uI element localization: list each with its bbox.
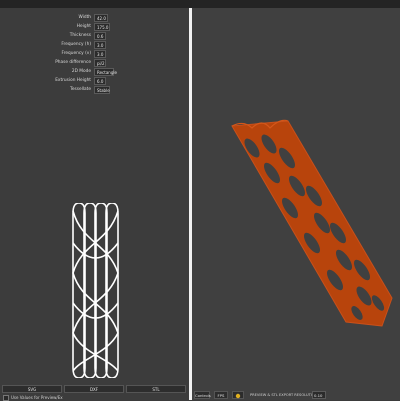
export-dxf-button[interactable]: DXF: [64, 385, 124, 393]
light-toggle-button[interactable]: [232, 391, 244, 399]
param-label-phase: Phase difference: [55, 60, 91, 65]
resolution-input[interactable]: 0.10: [312, 391, 326, 399]
param-input-frequency-v[interactable]: 3.0: [94, 50, 106, 58]
fps-button[interactable]: FPS: [214, 391, 228, 399]
param-input-extrusion[interactable]: 6.0: [94, 77, 106, 85]
param-row-height: Height 175.0: [0, 23, 189, 32]
param-select-2d-mode[interactable]: Rectangle: [94, 68, 117, 76]
param-input-frequency-h[interactable]: 3.0: [94, 41, 106, 49]
export-svg-button[interactable]: SVG: [2, 385, 62, 393]
use-values-checkbox[interactable]: [3, 395, 9, 401]
param-row-tessellate: Tessellate Stable: [0, 86, 189, 95]
param-input-height[interactable]: 175.0: [94, 23, 110, 31]
resolution-label: PREVIEW & STL EXPORT RESOLUTION: [250, 393, 318, 397]
param-input-width[interactable]: 42.0: [94, 14, 108, 22]
param-label-2d-mode: 2D Mode: [71, 69, 91, 74]
stent-3d-mesh: [231, 119, 393, 327]
export-stl-button[interactable]: STL: [126, 385, 186, 393]
param-row-thickness: Thickness 0.6: [0, 32, 189, 41]
param-row-extrusion: Extrusion Height 6.0: [0, 77, 189, 86]
3d-viewport[interactable]: Controls FPS PREVIEW & STL EXPORT RESOLU…: [192, 8, 400, 400]
param-label-tessellate: Tessellate: [69, 87, 91, 92]
left-panel: Width 42.0 Height 175.0 Thickness 0.6 Fr…: [0, 8, 189, 401]
title-bar: [0, 0, 400, 8]
sun-icon: [235, 393, 241, 399]
param-label-frequency-v: Frequency (v): [61, 51, 91, 56]
param-label-height: Height: [76, 24, 91, 29]
param-row-phase: Phase difference pi/2: [0, 59, 189, 68]
param-input-phase[interactable]: pi/2: [94, 59, 106, 67]
stent-2d-preview: [72, 203, 119, 378]
param-row-frequency-h: Frequency (h) 3.0: [0, 41, 189, 50]
export-bar: SVG DXF STL: [2, 385, 188, 393]
controls-button[interactable]: Controls: [194, 391, 211, 399]
param-row-width: Width 42.0: [0, 14, 189, 23]
param-select-tessellate[interactable]: Stable: [94, 86, 110, 94]
param-label-extrusion: Extrusion Height: [55, 78, 91, 83]
param-label-thickness: Thickness: [69, 33, 91, 38]
param-label-width: Width: [78, 15, 91, 20]
param-row-2d-mode: 2D Mode Rectangle: [0, 68, 189, 77]
viewport-toolbar: Controls FPS PREVIEW & STL EXPORT RESOLU…: [192, 390, 400, 400]
param-input-thickness[interactable]: 0.6: [94, 32, 106, 40]
param-label-frequency-h: Frequency (h): [61, 42, 91, 47]
use-values-label: Use Values for Preview/Ex: [11, 395, 63, 400]
param-row-frequency-v: Frequency (v) 3.0: [0, 50, 189, 59]
